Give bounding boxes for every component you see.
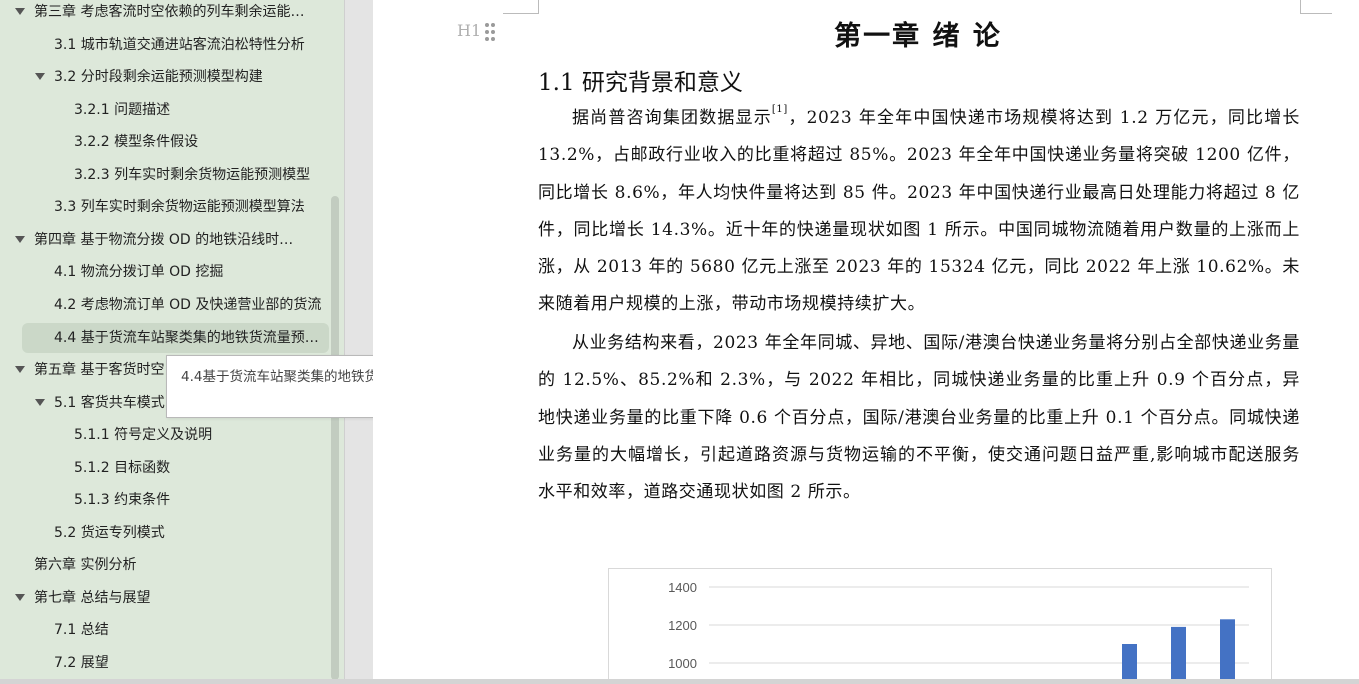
nav-item[interactable]: 5.1.1 符号定义及说明 bbox=[0, 420, 330, 450]
nav-item[interactable]: 3.3 列车实时剩余货物运能预测模型算法 bbox=[0, 192, 330, 222]
nav-item-label: 第七章 总结与展望 bbox=[34, 589, 151, 606]
nav-item-label: 第四章 基于物流分拨 OD 的地铁沿线时空货流 bbox=[34, 231, 306, 248]
nav-item[interactable]: 3.2 分时段剩余运能预测模型构建 bbox=[0, 62, 330, 92]
nav-item-label: 第三章 考虑客流时空依赖的列车剩余运能预测 bbox=[34, 4, 306, 20]
y-tick-label: 1400 bbox=[668, 580, 697, 595]
nav-item-label: 5.1.2 目标函数 bbox=[74, 459, 171, 476]
paragraph-2: 从业务结构来看，2023 年全年同城、异地、国际/港澳台快递业务量将分别占全部快… bbox=[538, 333, 1300, 503]
horizontal-scrollbar[interactable] bbox=[0, 679, 1359, 684]
nav-item-label: 4.1 物流分拨订单 OD 挖掘 bbox=[54, 264, 224, 281]
nav-item-label: 7.1 总结 bbox=[54, 622, 109, 639]
nav-item-label: 3.1 城市轨道交通进站客流泊松特性分析 bbox=[54, 36, 305, 53]
chevron-down-icon[interactable] bbox=[34, 71, 46, 83]
nav-item-label: 3.3 列车实时剩余货物运能预测模型算法 bbox=[54, 199, 305, 216]
nav-item-label: 5.1.1 符号定义及说明 bbox=[74, 427, 213, 444]
chapter-title: 第一章 绪 论 bbox=[834, 21, 1002, 52]
chevron-down-icon[interactable] bbox=[14, 234, 26, 246]
nav-scrollbar[interactable] bbox=[331, 196, 339, 680]
nav-item[interactable]: 4.4 基于货流车站聚类集的地铁货流量预测建模 bbox=[22, 322, 329, 353]
chart-bar[interactable] bbox=[1220, 619, 1235, 684]
y-tick-label: 1200 bbox=[668, 618, 697, 633]
page-corner-mark-left bbox=[503, 0, 539, 14]
y-tick-label: 1000 bbox=[668, 656, 697, 671]
nav-item[interactable]: 3.2.1 问题描述 bbox=[0, 95, 330, 125]
nav-item[interactable]: 3.1 城市轨道交通进站客流泊松特性分析 bbox=[0, 30, 330, 60]
nav-item-label: 5.1.3 约束条件 bbox=[74, 492, 171, 509]
nav-item[interactable]: 第四章 基于物流分拨 OD 的地铁沿线时空货流 bbox=[0, 225, 330, 255]
section-heading: 1.1 研究背景和意义 bbox=[538, 70, 743, 96]
paragraph-1-text-b: ，2023 年全年中国快递市场规模将达到 1.2 万亿元，同比增长 13.2%，… bbox=[538, 108, 1301, 315]
nav-item[interactable]: 3.2.2 模型条件假设 bbox=[0, 127, 330, 157]
chart-canvas: 1400 1200 1000 bbox=[668, 580, 1249, 684]
nav-item[interactable]: 4.1 物流分拨订单 OD 挖掘 bbox=[0, 257, 330, 287]
chevron-down-icon[interactable] bbox=[14, 592, 26, 604]
nav-item-label: 3.2.2 模型条件假设 bbox=[74, 134, 199, 151]
nav-item-label: 3.2.1 问题描述 bbox=[74, 101, 171, 118]
chart-bar[interactable] bbox=[1122, 644, 1137, 684]
chart-bar[interactable] bbox=[1171, 626, 1186, 684]
nav-item-label: 4.2 考虑物流订单 OD 及快递营业部的货流 bbox=[54, 296, 322, 313]
nav-item-label: 第六章 实例分析 bbox=[34, 557, 137, 574]
nav-item-label: 4.4 基于货流车站聚类集的地铁货流量预测建模 bbox=[54, 329, 322, 346]
pane-divider[interactable] bbox=[344, 0, 373, 684]
paragraph-1-text-a: 据尚普咨询集团数据显示 bbox=[572, 108, 772, 128]
chevron-down-icon[interactable] bbox=[34, 397, 46, 409]
nav-item[interactable]: 5.1.2 目标函数 bbox=[0, 453, 330, 483]
nav-item-label: 7.2 展望 bbox=[54, 655, 109, 671]
citation-ref[interactable]: [1] bbox=[772, 104, 788, 115]
chevron-down-icon[interactable] bbox=[14, 364, 26, 376]
nav-item[interactable]: 第七章 总结与展望 bbox=[0, 583, 330, 613]
chevron-down-icon[interactable] bbox=[14, 6, 26, 18]
nav-item[interactable]: 5.2 货运专列模式 bbox=[0, 518, 330, 548]
nav-item[interactable]: 7.1 总结 bbox=[0, 615, 330, 645]
paragraph-1: 据尚普咨询集团数据显示[1]，2023 年全年中国快递市场规模将达到 1.2 万… bbox=[538, 100, 1300, 324]
nav-item-label: 5.2 货运专列模式 bbox=[54, 524, 165, 541]
nav-item[interactable]: 7.2 展望 bbox=[0, 648, 330, 678]
nav-item[interactable]: 5.1.3 约束条件 bbox=[0, 485, 330, 515]
nav-item-label: 3.2 分时段剩余运能预测模型构建 bbox=[54, 69, 263, 86]
nav-item[interactable]: 第六章 实例分析 bbox=[0, 550, 330, 580]
bar-chart[interactable]: 1400 1200 1000 bbox=[608, 568, 1272, 684]
nav-item[interactable]: 3.2.3 列车实时剩余货物运能预测模型 bbox=[0, 160, 330, 190]
nav-item[interactable]: 4.2 考虑物流订单 OD 及快递营业部的货流 bbox=[0, 290, 330, 320]
navigation-pane: 第三章 考虑客流时空依赖的列车剩余运能预测 3.1 城市轨道交通进站客流泊松特性分… bbox=[0, 0, 344, 684]
page-corner-mark-right bbox=[1300, 0, 1332, 14]
document-page[interactable]: H1 第一章 绪 论 1.1 研究背景和意义 据尚普咨询集团数据显示[1]，20… bbox=[373, 0, 1359, 684]
nav-item[interactable]: 第三章 考虑客流时空依赖的列车剩余运能预测 bbox=[0, 0, 330, 27]
nav-item-label: 3.2.3 列车实时剩余货物运能预测模型 bbox=[74, 166, 311, 183]
